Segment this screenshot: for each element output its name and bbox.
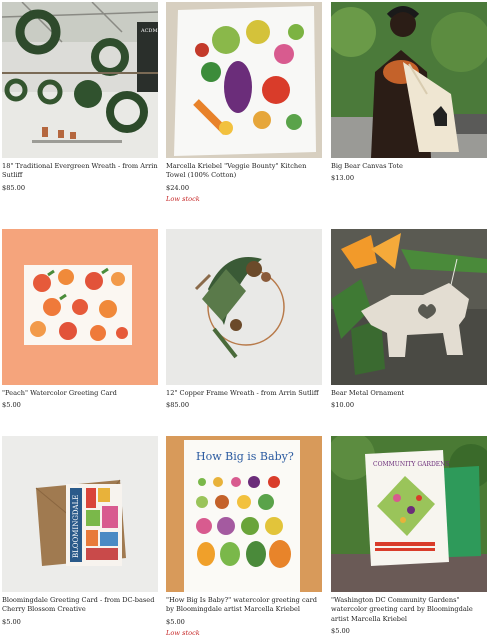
product-image-dc-gardens-card[interactable]: COMMUNITY GARDENS: [331, 436, 487, 592]
card-bloomingdale-text: BLOOMINGDALE: [72, 495, 80, 558]
product-title[interactable]: "How Big Is Baby?" watercolor greeting c…: [166, 596, 322, 615]
product-price: $5.00: [2, 617, 21, 626]
product-card[interactable]: Bear Metal Ornament $10.00: [331, 229, 487, 410]
product-card[interactable]: How Big is Baby? "How Big Is Baby?" wate…: [166, 436, 322, 638]
product-card[interactable]: 12" Copper Frame Wreath - from Arrin Sut…: [166, 229, 322, 410]
product-title[interactable]: 12" Copper Frame Wreath - from Arrin Sut…: [166, 389, 322, 398]
product-title[interactable]: Bloomingdale Greeting Card - from DC-bas…: [2, 596, 158, 615]
product-price: $85.00: [166, 401, 190, 410]
product-title[interactable]: Big Bear Canvas Tote: [331, 162, 487, 171]
product-title[interactable]: "Peach" Watercolor Greeting Card: [2, 389, 158, 398]
product-image-how-big-is-baby-card[interactable]: How Big is Baby?: [166, 436, 322, 592]
product-price: $24.00: [166, 183, 190, 192]
low-stock-badge: Low stock: [166, 628, 200, 637]
product-image-bear-tote[interactable]: [331, 2, 487, 158]
product-title[interactable]: Marcella Kriebel "Veggie Bounty" Kitchen…: [166, 162, 322, 181]
low-stock-badge: Low stock: [166, 194, 200, 203]
product-image-peach-card[interactable]: [2, 229, 158, 385]
product-card[interactable]: Big Bear Canvas Tote $13.00: [331, 2, 487, 183]
product-card[interactable]: ACDM 18" Traditional Evergreen Wreath - …: [2, 2, 158, 193]
product-price: $13.00: [331, 174, 355, 183]
menu-board-text: ACDM: [140, 28, 158, 34]
card-dc-text: COMMUNITY GARDENS: [373, 461, 450, 468]
product-card[interactable]: BLOOMINGDALE Bloomingdale Greeting Card …: [2, 436, 158, 627]
product-title[interactable]: Bear Metal Ornament: [331, 389, 487, 398]
product-price: $85.00: [2, 183, 26, 192]
product-card[interactable]: "Peach" Watercolor Greeting Card $5.00: [2, 229, 158, 410]
product-title[interactable]: "Washington DC Community Gardens" waterc…: [331, 596, 487, 624]
product-price: $5.00: [331, 627, 350, 636]
product-image-bloomingdale-card[interactable]: BLOOMINGDALE: [2, 436, 158, 592]
product-card[interactable]: COMMUNITY GARDENS "Washington DC Communi…: [331, 436, 487, 636]
product-price: $5.00: [166, 617, 185, 626]
product-price: $5.00: [2, 401, 21, 410]
product-image-evergreen-wreath[interactable]: ACDM: [2, 2, 158, 158]
product-image-veggie-towel[interactable]: [166, 2, 322, 158]
product-image-copper-wreath[interactable]: [166, 229, 322, 385]
product-title[interactable]: 18" Traditional Evergreen Wreath - from …: [2, 162, 158, 181]
product-card[interactable]: Marcella Kriebel "Veggie Bounty" Kitchen…: [166, 2, 322, 204]
product-price: $10.00: [331, 401, 355, 410]
card-howbig-text: How Big is Baby?: [196, 450, 294, 463]
product-image-bear-ornament[interactable]: [331, 229, 487, 385]
